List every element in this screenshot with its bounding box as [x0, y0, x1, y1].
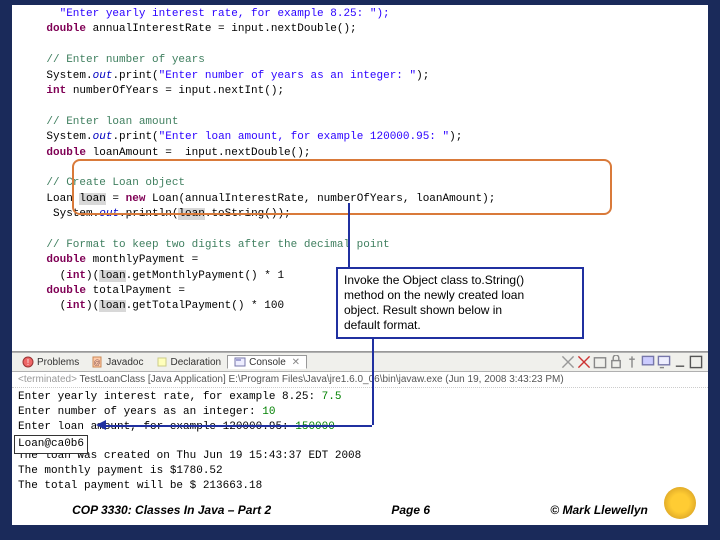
terminate-button[interactable]: [561, 355, 575, 369]
tab-console[interactable]: Console ✕: [227, 355, 307, 369]
annotation-connector-2: [372, 337, 374, 425]
tab-javadoc[interactable]: @ Javadoc: [85, 356, 149, 368]
declaration-icon: [156, 356, 168, 368]
footer-copyright: © Mark Llewellyn: [550, 503, 648, 517]
annotation-note: Invoke the Object class to.String() meth…: [336, 267, 584, 339]
display-console-button[interactable]: [641, 355, 655, 369]
clear-console-button[interactable]: [593, 355, 607, 369]
close-icon[interactable]: ✕: [289, 357, 300, 368]
svg-text:@: @: [94, 360, 101, 367]
arrow-head-icon: [96, 420, 106, 430]
pin-console-button[interactable]: [625, 355, 639, 369]
scroll-lock-button[interactable]: [609, 355, 623, 369]
ucf-logo: [664, 487, 696, 519]
console-icon: [234, 356, 246, 368]
footer-page: Page 6: [391, 503, 430, 517]
tab-label: Console: [249, 357, 286, 368]
tab-label: Problems: [37, 357, 79, 368]
maximize-view-button[interactable]: [689, 355, 703, 369]
slide-footer: COP 3330: Classes In Java – Part 2 Page …: [12, 497, 708, 523]
console-launch-header: <terminated> TestLoanClass [Java Applica…: [12, 372, 708, 388]
annotation-connector: [348, 203, 350, 267]
svg-text:!: !: [27, 358, 29, 367]
code-text: "Enter yearly interest rate, for example…: [20, 8, 390, 20]
problems-icon: !: [22, 356, 34, 368]
javadoc-icon: @: [91, 356, 103, 368]
footer-course: COP 3330: Classes In Java – Part 2: [72, 503, 271, 517]
tab-label: Javadoc: [106, 357, 143, 368]
console-output: Enter yearly interest rate, for example …: [12, 388, 708, 482]
remove-launch-button[interactable]: [577, 355, 591, 369]
views-tab-bar: ! Problems @ Javadoc Declaration Console…: [12, 352, 708, 372]
tab-declaration[interactable]: Declaration: [150, 356, 228, 368]
tab-label: Declaration: [171, 357, 222, 368]
tostring-output-highlight: Loan@ca0b6: [14, 435, 88, 454]
slide-container: "Enter yearly interest rate, for example…: [12, 5, 708, 525]
tab-problems[interactable]: ! Problems: [16, 356, 85, 368]
minimize-view-button[interactable]: [673, 355, 687, 369]
open-console-button[interactable]: [657, 355, 671, 369]
annotation-arrow: [104, 425, 372, 427]
code-editor: "Enter yearly interest rate, for example…: [12, 5, 708, 351]
